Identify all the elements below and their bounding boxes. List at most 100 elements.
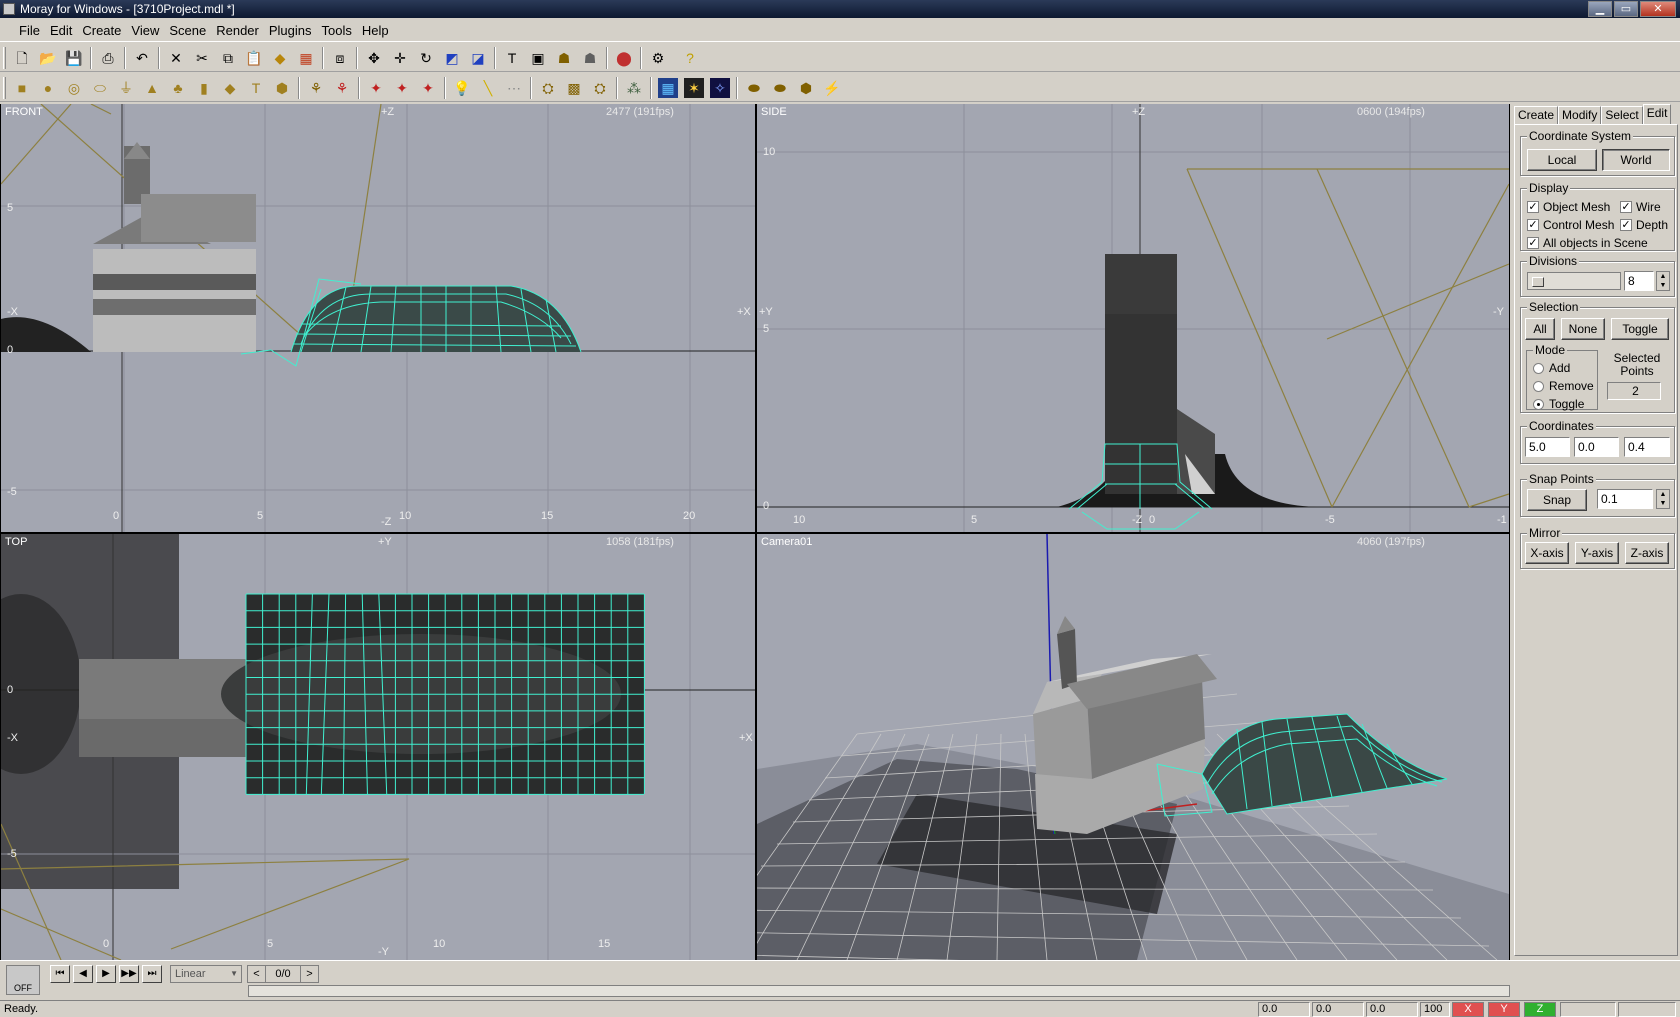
- select-toggle-button[interactable]: Toggle: [1611, 318, 1669, 340]
- colors-icon[interactable]: ⬤: [614, 48, 634, 68]
- help-icon[interactable]: ?: [680, 48, 700, 68]
- disc-icon[interactable]: ⬭: [90, 78, 110, 98]
- blob-icon[interactable]: ♣: [168, 78, 188, 98]
- copy-icon[interactable]: ⧉: [218, 48, 238, 68]
- remove-radio[interactable]: [1533, 380, 1544, 392]
- play-icon[interactable]: ▶: [96, 965, 116, 983]
- object-mesh-checkbox[interactable]: ✓: [1527, 201, 1539, 213]
- hierarchy-icon[interactable]: ⧈: [330, 48, 350, 68]
- next-frame-button[interactable]: >: [300, 966, 318, 982]
- superellipsoid-icon[interactable]: ⬢: [272, 78, 292, 98]
- divisions-input[interactable]: 8: [1624, 271, 1654, 291]
- snap-spinner[interactable]: ▲ ▼: [1656, 489, 1670, 509]
- snap-value-input[interactable]: 0.1: [1597, 489, 1653, 509]
- array-icon[interactable]: ⁂: [624, 78, 644, 98]
- mirror-y-button[interactable]: Y-axis: [1575, 542, 1619, 564]
- sphere-icon[interactable]: ●: [38, 78, 58, 98]
- cylinder-icon[interactable]: ▮: [194, 78, 214, 98]
- next-key-icon[interactable]: ▶▶: [119, 965, 139, 983]
- divisions-slider[interactable]: [1527, 272, 1621, 290]
- select-all-button[interactable]: All: [1525, 318, 1555, 340]
- plane-icon[interactable]: ▩: [564, 78, 584, 98]
- coord-y-input[interactable]: 0.0: [1574, 437, 1619, 457]
- local-button[interactable]: Local: [1527, 149, 1597, 171]
- camera-icon[interactable]: ⛭: [538, 78, 558, 98]
- area-light-icon[interactable]: ⋯: [504, 78, 524, 98]
- save-icon[interactable]: 💾: [64, 48, 84, 68]
- tab-edit[interactable]: Edit: [1642, 104, 1672, 124]
- rotate-icon[interactable]: ↻: [416, 48, 436, 68]
- menu-edit[interactable]: Edit: [45, 20, 77, 41]
- fog-icon[interactable]: ✶: [684, 78, 704, 98]
- csg-intersection-icon[interactable]: ✦: [366, 78, 386, 98]
- toggle-radio[interactable]: [1533, 398, 1544, 410]
- box-icon[interactable]: ■: [12, 78, 32, 98]
- axis-x-toggle[interactable]: X: [1452, 1002, 1484, 1017]
- csg-inverse-icon[interactable]: ✦: [418, 78, 438, 98]
- add-radio[interactable]: [1533, 362, 1544, 374]
- control-mesh-checkbox[interactable]: ✓: [1527, 219, 1539, 231]
- animation-off-button[interactable]: OFF: [6, 965, 40, 995]
- prev-frame-button[interactable]: <: [248, 966, 266, 982]
- interpolation-select[interactable]: Linear ▼: [170, 965, 242, 983]
- coord-z-input[interactable]: 0.4: [1624, 437, 1670, 457]
- material-icon[interactable]: ◆: [270, 48, 290, 68]
- menu-create[interactable]: Create: [77, 20, 126, 41]
- mirror-z-button[interactable]: Z-axis: [1625, 542, 1669, 564]
- texture-icon[interactable]: ▦: [296, 48, 316, 68]
- menu-tools[interactable]: Tools: [317, 20, 357, 41]
- menu-file[interactable]: File: [14, 20, 45, 41]
- scale-uniform-icon[interactable]: ◪: [468, 48, 488, 68]
- select-icon[interactable]: ✥: [364, 48, 384, 68]
- new-file-icon[interactable]: 🗋: [12, 48, 32, 68]
- move-icon[interactable]: ✛: [390, 48, 410, 68]
- tab-select[interactable]: Select: [1601, 106, 1643, 124]
- wire-checkbox[interactable]: ✓: [1620, 201, 1632, 213]
- scale-icon[interactable]: ◩: [442, 48, 462, 68]
- minimize-button[interactable]: ▁: [1588, 1, 1612, 17]
- csg-union-icon[interactable]: ⚘: [306, 78, 326, 98]
- spotlight-icon[interactable]: ╲: [478, 78, 498, 98]
- paste-icon[interactable]: 📋: [244, 48, 264, 68]
- camera-viewport[interactable]: Camera01 4060 (197fps): [757, 534, 1509, 960]
- delete-icon[interactable]: ✕: [166, 48, 186, 68]
- image-icon[interactable]: ▣: [528, 48, 548, 68]
- snap-button[interactable]: Snap: [1527, 489, 1587, 511]
- render-icon[interactable]: ☗: [554, 48, 574, 68]
- menu-view[interactable]: View: [126, 20, 164, 41]
- slider-thumb[interactable]: [1532, 277, 1544, 287]
- world-button[interactable]: World: [1602, 149, 1670, 171]
- text-object-icon[interactable]: T: [246, 78, 266, 98]
- close-button[interactable]: ✕: [1640, 1, 1676, 17]
- bicubic-patch-icon[interactable]: ⬬: [770, 78, 790, 98]
- atmosphere-icon[interactable]: ▦: [658, 78, 678, 98]
- last-frame-icon[interactable]: ⏭: [142, 965, 162, 983]
- select-none-button[interactable]: None: [1561, 318, 1605, 340]
- group-icon[interactable]: ⛭: [590, 78, 610, 98]
- open-folder-icon[interactable]: 📂: [38, 48, 58, 68]
- menu-scene[interactable]: Scene: [164, 20, 211, 41]
- print-icon[interactable]: ⎙: [98, 48, 118, 68]
- menu-help[interactable]: Help: [357, 20, 394, 41]
- depth-checkbox[interactable]: ✓: [1620, 219, 1632, 231]
- heightfield-icon[interactable]: ⬬: [744, 78, 764, 98]
- torus-icon[interactable]: ◎: [64, 78, 84, 98]
- coord-x-input[interactable]: 5.0: [1525, 437, 1570, 457]
- prism-icon[interactable]: ◆: [220, 78, 240, 98]
- app-icon[interactable]: [3, 3, 15, 15]
- undo-icon[interactable]: ↶: [132, 48, 152, 68]
- cone-icon[interactable]: ▲: [142, 78, 162, 98]
- menu-plugins[interactable]: Plugins: [264, 20, 317, 41]
- csg-merge-icon[interactable]: ⚘: [332, 78, 352, 98]
- first-frame-icon[interactable]: ⏮: [50, 965, 70, 983]
- tab-create[interactable]: Create: [1514, 106, 1559, 124]
- divisions-spinner[interactable]: ▲ ▼: [1656, 271, 1670, 291]
- mesh-icon[interactable]: ⬢: [796, 78, 816, 98]
- top-viewport[interactable]: TOP 1058 (181fps) +Y -Y -X +X 0 5 10 15 …: [1, 534, 755, 960]
- cut-icon[interactable]: ✂: [192, 48, 212, 68]
- light-icon[interactable]: 💡: [452, 78, 472, 98]
- plugin-icon[interactable]: ⚡: [822, 78, 842, 98]
- axis-y-toggle[interactable]: Y: [1488, 1002, 1520, 1017]
- maximize-button[interactable]: ▭: [1614, 1, 1638, 17]
- sky-icon[interactable]: ✧: [710, 78, 730, 98]
